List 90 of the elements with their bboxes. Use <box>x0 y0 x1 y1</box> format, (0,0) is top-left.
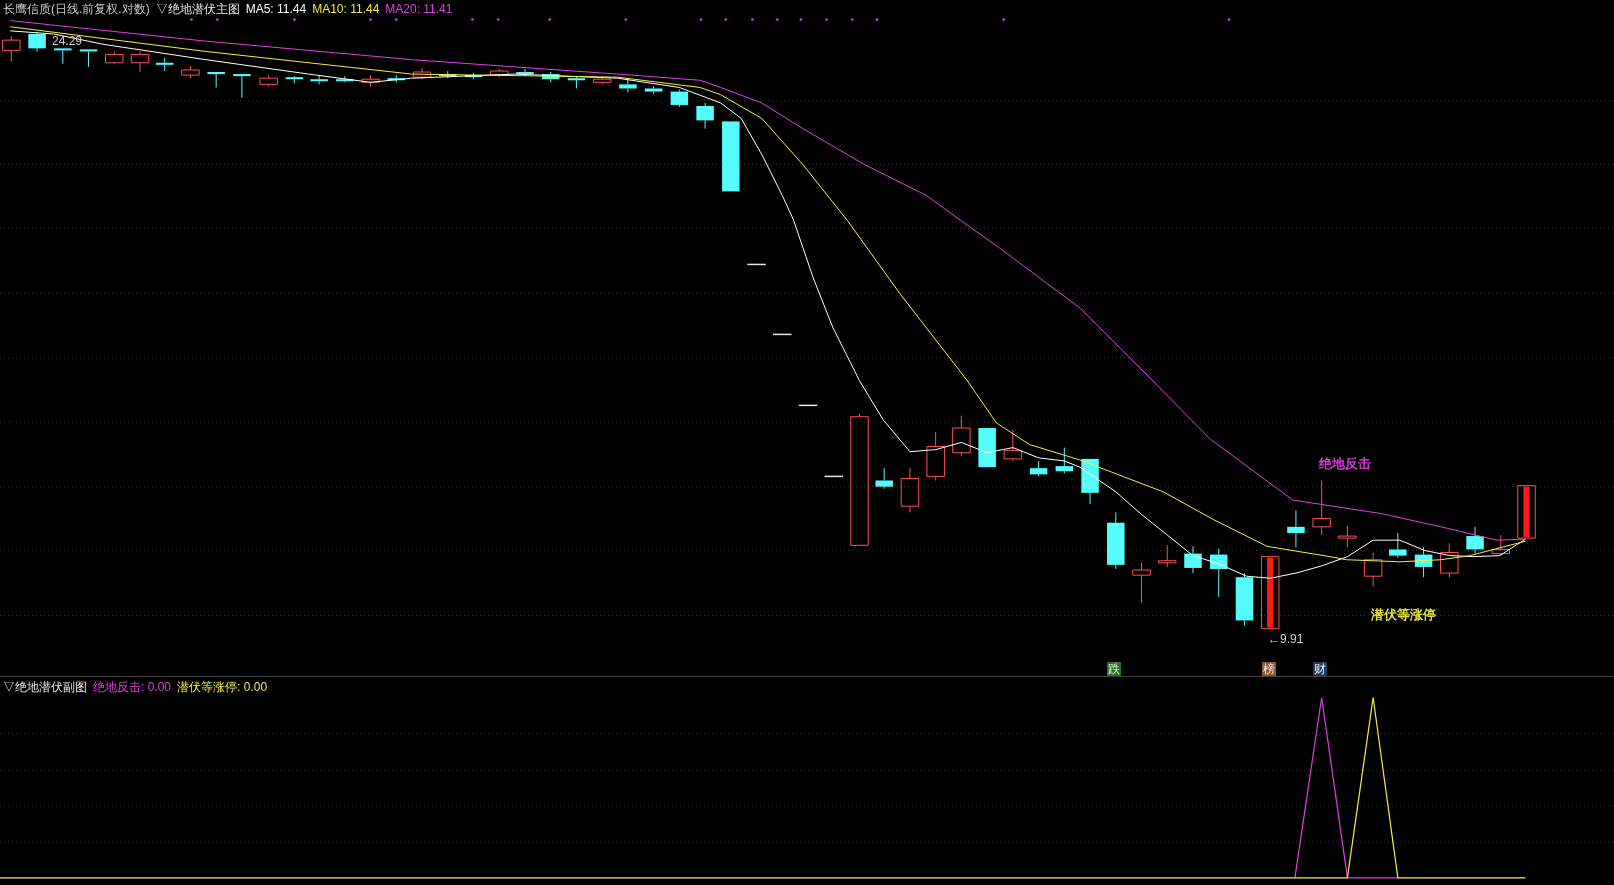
signal-label: 绝地反击 <box>1319 456 1371 471</box>
high-price-label: 24.29 <box>52 35 83 48</box>
candlestick <box>1003 429 1023 462</box>
candlestick <box>361 74 380 87</box>
ma-legend-value: MA10: 11.44 <box>312 2 380 17</box>
candlestick <box>1389 532 1407 559</box>
candlestick <box>746 263 767 266</box>
signal-dot-icon <box>496 18 500 21</box>
candlestick <box>310 74 328 85</box>
candlestick <box>130 50 150 73</box>
signal-dot-icon <box>775 18 779 21</box>
indicator-legend-value: 绝地反击: 0.00 <box>93 680 172 695</box>
candlestick <box>900 467 920 513</box>
candlestick <box>1491 534 1510 557</box>
candlestick <box>336 75 354 83</box>
security-title: 长鹰信质(日线.前复权.对数) <box>3 2 150 17</box>
candlestick <box>1107 511 1125 570</box>
candlestick <box>798 404 819 407</box>
signal-dot-icon <box>850 18 854 21</box>
candlestick <box>490 68 509 78</box>
signal-dot-icon <box>471 18 474 21</box>
signal-dot-icon <box>875 18 879 21</box>
ma-legend-value: MA5: 11.44 <box>245 2 307 17</box>
candlestick <box>1414 546 1433 578</box>
candlestick <box>28 31 46 52</box>
candlestick <box>439 70 457 79</box>
signal-dot-icon <box>624 18 628 21</box>
candlestick <box>696 102 714 130</box>
event-tag[interactable]: 榜 <box>1262 662 1276 676</box>
signal-dot-icon <box>293 18 296 21</box>
candlestick <box>1055 447 1074 474</box>
low-price-label: ←9.91 <box>1268 632 1304 647</box>
candlestick <box>181 65 200 79</box>
event-tag[interactable]: 财 <box>1313 662 1327 676</box>
candlestick <box>1312 480 1331 536</box>
signal-dot-icon <box>1227 18 1231 21</box>
candlestick <box>644 85 663 95</box>
candlestick <box>567 75 586 89</box>
candlestick <box>1363 552 1383 587</box>
signal-dot-icon <box>548 18 551 21</box>
signal-dot-icon <box>215 18 219 21</box>
candlestick <box>1235 572 1254 627</box>
candlestick <box>285 75 304 84</box>
signal-dot-icon <box>190 18 193 21</box>
candlestick <box>79 49 98 68</box>
candlestick <box>1338 525 1357 548</box>
ma-legend-value: MA20: 11.41 <box>385 2 453 17</box>
candlestick <box>541 71 560 83</box>
candlestick <box>592 76 612 85</box>
candlestick <box>926 431 945 481</box>
candlestick <box>1466 526 1484 555</box>
candlestick <box>722 121 740 192</box>
candlestick <box>105 50 124 65</box>
candlestick <box>1029 460 1048 477</box>
event-tag[interactable]: 跌 <box>1107 662 1121 676</box>
candlestick <box>1132 562 1151 604</box>
candlestick <box>670 89 689 108</box>
signal-dot-icon <box>699 18 703 21</box>
candlestick <box>1517 485 1536 539</box>
signal-label: 潜伏等涨停 <box>1371 607 1436 622</box>
signal-dot-icon <box>825 18 828 21</box>
signal-dot-icon <box>799 18 803 21</box>
signal-dot-icon <box>751 18 754 21</box>
signal-dot-icon <box>1002 18 1005 21</box>
candlestick <box>54 48 72 65</box>
candlestick <box>1287 509 1305 548</box>
candlestick <box>1440 542 1459 578</box>
signal-dot-icon <box>394 18 398 21</box>
candlestick <box>259 74 278 87</box>
candlestick <box>1210 547 1228 598</box>
candlestick <box>516 68 534 77</box>
candlestick <box>1081 458 1099 505</box>
candlestick <box>1184 545 1202 574</box>
candlestick <box>952 415 971 457</box>
candlestick <box>875 467 893 490</box>
candlestick <box>978 428 996 468</box>
indicator-dropdown[interactable]: ▽绝地潜伏主图 <box>155 2 240 17</box>
candlestick <box>207 72 225 88</box>
candlestick <box>155 57 174 72</box>
candlestick <box>1158 544 1177 568</box>
indicator-legend-value: 潜伏等涨停: 0.00 <box>177 680 268 695</box>
candlestick <box>619 77 637 94</box>
indicator-dropdown[interactable]: ▽绝地潜伏副图 <box>3 680 87 695</box>
signal-dot-icon <box>724 18 727 21</box>
candlestick <box>412 67 432 80</box>
candlestick <box>2 35 21 63</box>
candlestick <box>823 475 844 478</box>
candlestick <box>233 74 251 99</box>
signal-dot-icon <box>369 18 372 21</box>
candlestick <box>772 333 793 336</box>
